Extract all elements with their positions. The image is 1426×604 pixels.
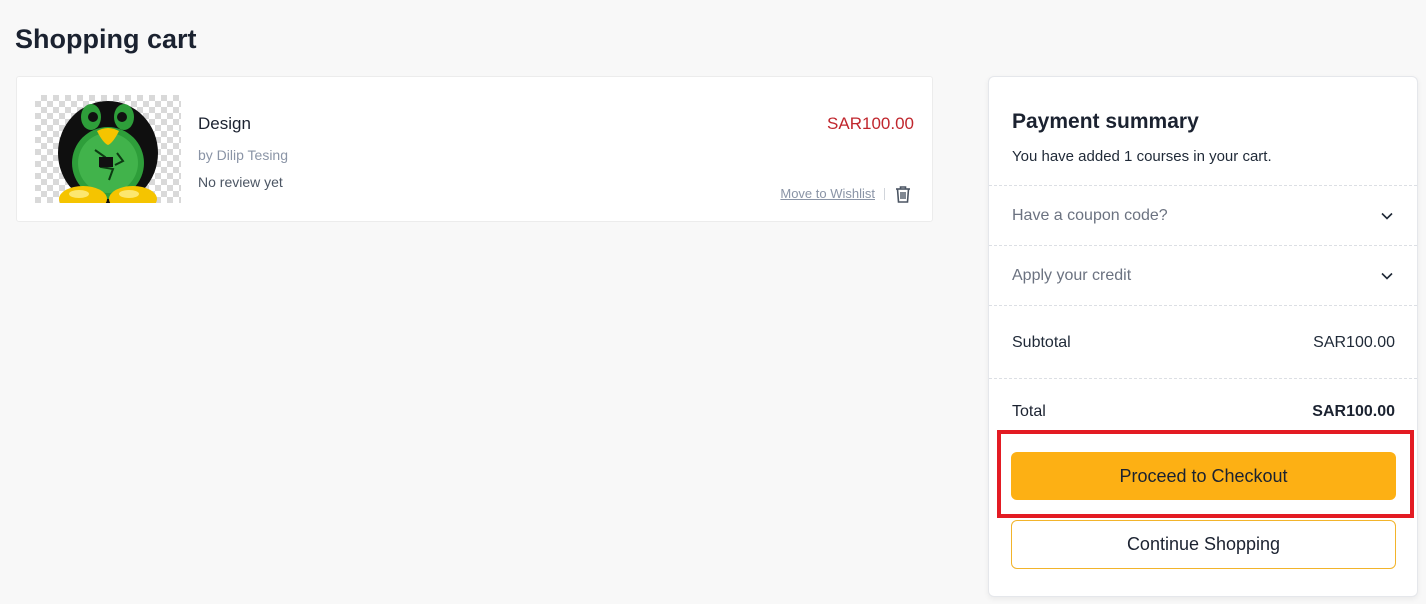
course-thumbnail[interactable]: [35, 95, 181, 203]
course-review-status: No review yet: [198, 174, 283, 190]
trash-icon[interactable]: [893, 184, 913, 204]
page-title: Shopping cart: [15, 24, 197, 54]
proceed-to-checkout-button[interactable]: Proceed to Checkout: [1011, 452, 1396, 500]
move-to-wishlist-link[interactable]: Move to Wishlist: [780, 186, 875, 201]
summary-title: Payment summary: [1012, 110, 1199, 133]
tux-penguin-image: [58, 101, 158, 203]
coupon-label: Have a coupon code?: [1012, 207, 1168, 224]
continue-shopping-button[interactable]: Continue Shopping: [1011, 520, 1396, 569]
coupon-row[interactable]: Have a coupon code?: [989, 185, 1417, 245]
subtotal-row: Subtotal SAR100.00: [989, 305, 1417, 378]
course-author: by Dilip Tesing: [198, 147, 289, 163]
credit-label: Apply your credit: [1012, 267, 1132, 284]
credit-row[interactable]: Apply your credit: [989, 245, 1417, 305]
subtotal-label: Subtotal: [1012, 334, 1071, 351]
summary-subtitle: You have added 1 courses in your cart.: [1012, 148, 1272, 165]
payment-summary-panel: Payment summary You have added 1 courses…: [988, 76, 1418, 597]
total-value: SAR100.00: [1312, 403, 1395, 420]
chevron-down-icon[interactable]: [1380, 269, 1394, 283]
course-price: SAR100.00: [827, 114, 914, 133]
chevron-down-icon[interactable]: [1380, 209, 1394, 223]
action-divider: [884, 188, 885, 200]
course-title[interactable]: Design: [198, 114, 251, 134]
total-row: Total SAR100.00: [989, 378, 1417, 438]
total-label: Total: [1012, 403, 1046, 420]
cart-item: Design by Dilip Tesing No review yet SAR…: [16, 76, 933, 222]
subtotal-value: SAR100.00: [1313, 334, 1395, 351]
